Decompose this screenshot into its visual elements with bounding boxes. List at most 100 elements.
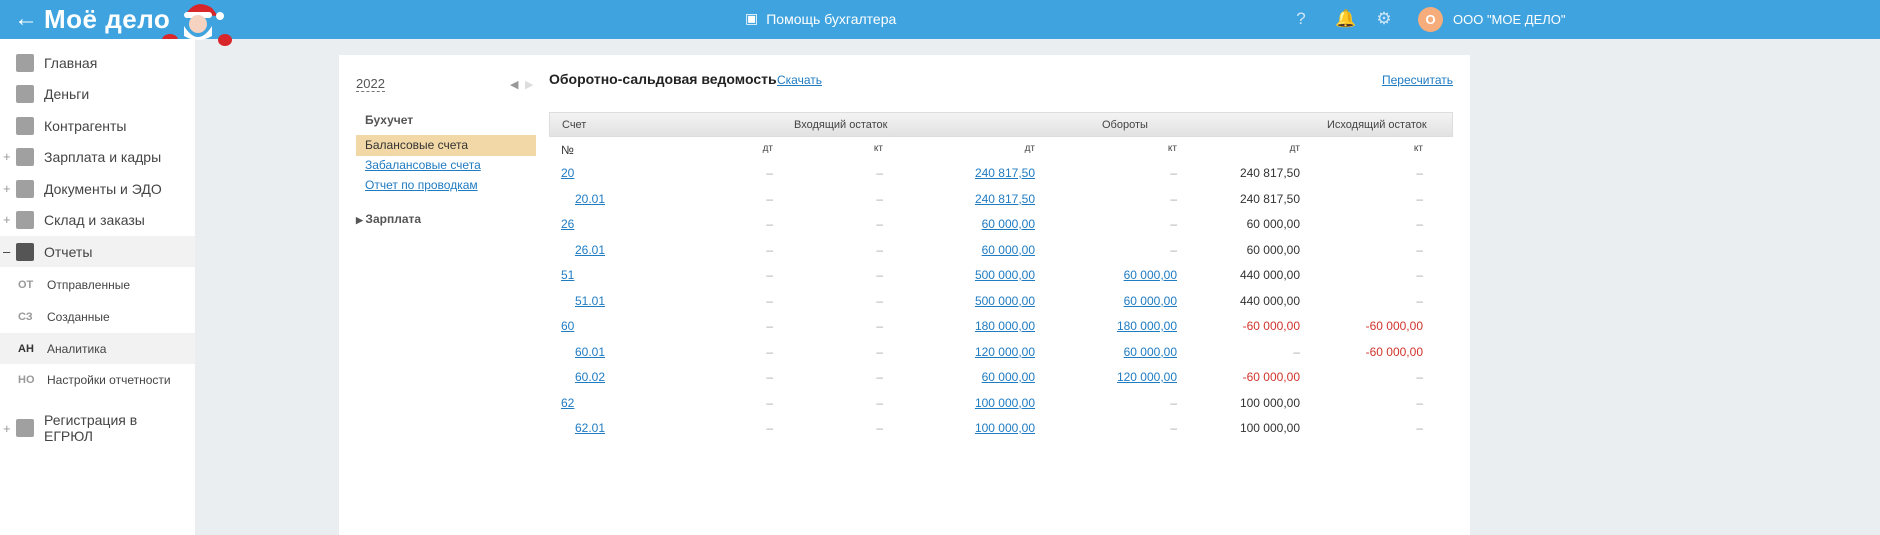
- table-cell[interactable]: 60 000,00: [1124, 345, 1177, 359]
- col-dt-label: дт: [762, 143, 773, 154]
- wallet-icon: [16, 147, 34, 166]
- sidebar-item-main[interactable]: Главная: [0, 47, 195, 78]
- download-link[interactable]: Скачать: [777, 73, 822, 87]
- table-cell[interactable]: 180 000,00: [1117, 319, 1177, 333]
- sidebar-sub-sent[interactable]: ОТ Отправленные: [0, 269, 195, 300]
- table-cell: –: [1416, 242, 1423, 257]
- table-cell[interactable]: 500 000,00: [975, 268, 1035, 282]
- bell-icon[interactable]: 🔔: [1335, 10, 1356, 28]
- sidebar-item-reports[interactable]: – Отчеты: [0, 236, 195, 267]
- table-cell: –: [876, 191, 883, 206]
- table-cell: 240 817,50: [1239, 191, 1300, 206]
- next-year-icon[interactable]: ▶: [525, 78, 533, 91]
- sidebar-item-registration[interactable]: + Регистрация в ЕГРЮЛ: [0, 411, 195, 445]
- table-cell[interactable]: 60 000,00: [1124, 268, 1177, 282]
- account-link[interactable]: 26: [561, 217, 574, 231]
- table-cell: –: [876, 421, 883, 435]
- table-cell[interactable]: 500 000,00: [975, 294, 1035, 308]
- calculator-icon: ▣: [745, 10, 759, 26]
- table-cell: 60 000,00: [1246, 217, 1300, 231]
- table-cell: 100 000,00: [1239, 395, 1300, 410]
- home-icon: [16, 53, 34, 72]
- account-link[interactable]: 60: [561, 319, 574, 333]
- table-cell: –: [876, 395, 883, 410]
- back-arrow-icon[interactable]: ←: [14, 5, 38, 33]
- account-link[interactable]: 20.01: [575, 192, 605, 206]
- table-cell[interactable]: 100 000,00: [975, 421, 1035, 435]
- table-cell: –: [1170, 217, 1177, 231]
- table-cell: –: [766, 293, 773, 308]
- table-cell: –: [1170, 191, 1177, 206]
- sidebar-sub-settings[interactable]: НО Настройки отчетности: [0, 364, 195, 395]
- recalculate-link[interactable]: Пересчитать: [1382, 73, 1453, 87]
- sidebar-item-documents[interactable]: + Документы и ЭДО: [0, 173, 195, 204]
- table-header: Счет Входящий остаток Обороты Исходящий …: [549, 112, 1453, 137]
- table-cell[interactable]: 240 817,50: [975, 192, 1035, 206]
- organization-name[interactable]: ООО "МОЕ ДЕЛО": [1453, 12, 1566, 27]
- table-cell[interactable]: 60 000,00: [982, 370, 1035, 384]
- table-cell: 240 817,50: [1239, 166, 1300, 180]
- table-cell: –: [1416, 293, 1423, 308]
- table-cell[interactable]: 100 000,00: [975, 396, 1035, 410]
- table-cell: –: [1170, 242, 1177, 257]
- table-cell: –: [766, 268, 773, 282]
- table-cell: –: [876, 370, 883, 384]
- year-selector[interactable]: 2022: [356, 76, 385, 92]
- table-cell[interactable]: 120 000,00: [975, 345, 1035, 359]
- table-cell: 440 000,00: [1239, 293, 1300, 308]
- account-link[interactable]: 51.01: [575, 294, 605, 308]
- account-link[interactable]: 20: [561, 166, 574, 180]
- account-link[interactable]: 62.01: [575, 421, 605, 435]
- table-cell: –: [1416, 191, 1423, 206]
- sidebar-item-salary[interactable]: + Зарплата и кадры: [0, 141, 195, 172]
- help-icon[interactable]: ?: [1292, 10, 1310, 28]
- table-cell: –: [1416, 395, 1423, 410]
- account-link[interactable]: 26.01: [575, 243, 605, 257]
- table-cell: –: [876, 268, 883, 282]
- sidebar-sub-created[interactable]: СЗ Созданные: [0, 301, 195, 332]
- table-cell[interactable]: 60 000,00: [1124, 294, 1177, 308]
- table-cell: –: [876, 217, 883, 231]
- account-link[interactable]: 60.01: [575, 345, 605, 359]
- table-cell: –: [766, 370, 773, 384]
- table-cell: 100 000,00: [1239, 421, 1300, 435]
- table-cell: –: [1293, 344, 1300, 359]
- nav-offbalance-accounts[interactable]: Забалансовые счета: [356, 155, 536, 176]
- table-cell: -60 000,00: [1242, 319, 1300, 333]
- table-cell[interactable]: 60 000,00: [982, 243, 1035, 257]
- table-cell[interactable]: 180 000,00: [975, 319, 1035, 333]
- sidebar-item-warehouse[interactable]: + Склад и заказы: [0, 204, 195, 235]
- account-link[interactable]: 62: [561, 396, 574, 410]
- table-cell: –: [1416, 370, 1423, 384]
- table-cell: –: [1416, 421, 1423, 435]
- nav-postings-report[interactable]: Отчет по проводкам: [356, 175, 536, 196]
- sidebar-item-contractors[interactable]: Контрагенты: [0, 110, 195, 141]
- account-link[interactable]: 60.02: [575, 370, 605, 384]
- table-cell[interactable]: 240 817,50: [975, 166, 1035, 180]
- prev-year-icon[interactable]: ◀: [510, 78, 518, 91]
- nav-balance-accounts[interactable]: Балансовые счета: [356, 135, 536, 156]
- col-dt-label: дт: [1024, 143, 1035, 154]
- document-icon: [16, 419, 34, 437]
- table-cell[interactable]: 60 000,00: [982, 217, 1035, 231]
- folder-icon: [16, 179, 34, 198]
- report-icon: [16, 242, 34, 261]
- page-title: Оборотно-сальдовая ведомость: [549, 71, 777, 87]
- money-icon: [16, 84, 34, 103]
- gear-icon[interactable]: ⚙: [1375, 10, 1393, 28]
- col-kt-label: кт: [1413, 143, 1423, 154]
- table-cell: –: [766, 242, 773, 257]
- table-cell: –: [766, 217, 773, 231]
- logo[interactable]: Моё дело: [44, 4, 170, 35]
- col-kt-label: кт: [873, 143, 883, 154]
- accountant-help-button[interactable]: ▣ Помощь бухгалтера: [745, 10, 896, 27]
- section-salary[interactable]: ▶ Зарплата: [356, 212, 421, 226]
- table-cell[interactable]: 120 000,00: [1117, 370, 1177, 384]
- table-cell: 440 000,00: [1239, 268, 1300, 282]
- account-link[interactable]: 51: [561, 268, 574, 282]
- table-cell: –: [1170, 421, 1177, 435]
- table-cell: –: [766, 421, 773, 435]
- sidebar-sub-analytics[interactable]: АН Аналитика: [0, 333, 195, 364]
- avatar[interactable]: О: [1418, 7, 1443, 32]
- sidebar-item-money[interactable]: Деньги: [0, 78, 195, 109]
